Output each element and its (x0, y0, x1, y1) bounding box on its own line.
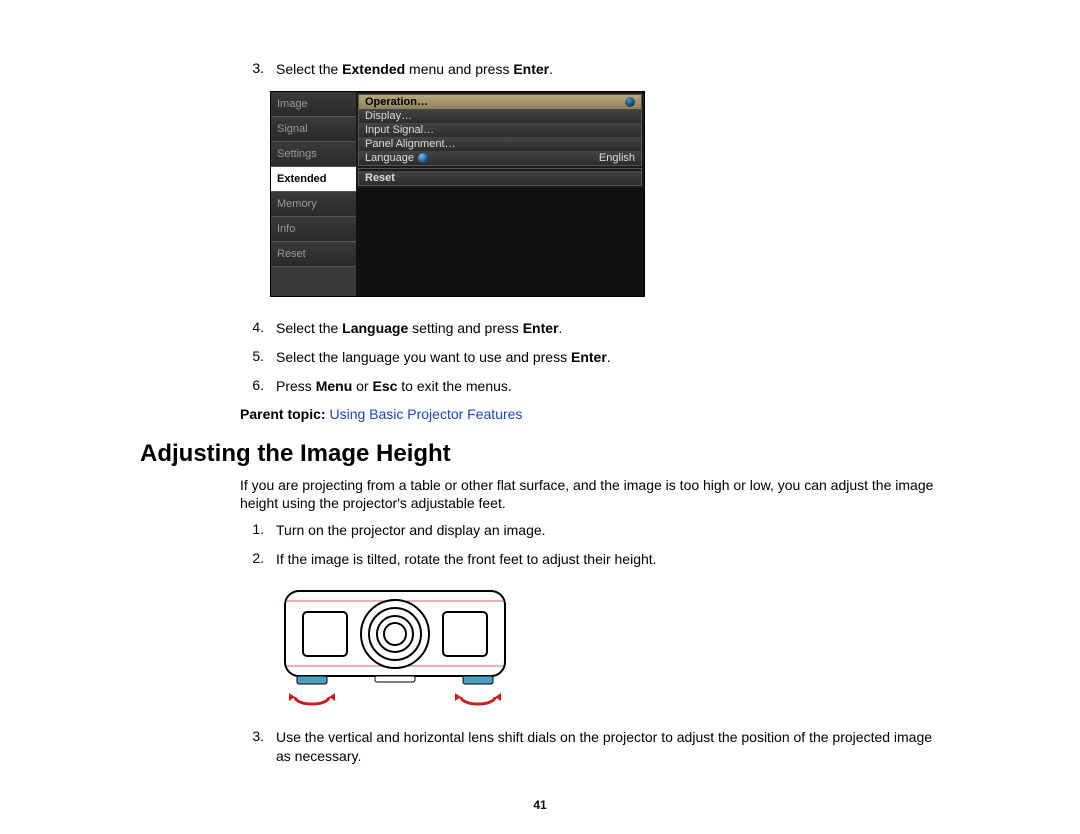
osd-left-pane: Image Signal Settings Extended Memory In… (271, 92, 356, 296)
step-b1: 1. Turn on the projector and display an … (240, 521, 940, 540)
step-text: Select the Extended menu and press Enter… (276, 60, 940, 79)
step-b3: 3. Use the vertical and horizontal lens … (240, 728, 940, 766)
step-4: 4. Select the Language setting and press… (240, 319, 940, 338)
section-heading: Adjusting the Image Height (140, 440, 940, 468)
osd-left-extended: Extended (271, 167, 356, 192)
osd-left-reset: Reset (271, 242, 356, 267)
osd-left-image: Image (271, 92, 356, 117)
osd-input-signal: Input Signal… (359, 123, 641, 137)
osd-right-group: Operation… Display… Input Signal… Panel … (358, 94, 642, 166)
osd-panel-alignment: Panel Alignment… (359, 137, 641, 151)
osd-left-settings: Settings (271, 142, 356, 167)
osd-left-info: Info (271, 217, 356, 242)
page-number: 41 (0, 798, 1080, 812)
osd-language: Language English (359, 151, 641, 165)
osd-reset-group: Reset (358, 168, 642, 186)
osd-display: Display… (359, 109, 641, 123)
osd-menu-screenshot: Image Signal Settings Extended Memory In… (270, 91, 645, 297)
osd-reset: Reset (359, 171, 641, 185)
step-5: 5. Select the language you want to use a… (240, 348, 940, 367)
osd-operation: Operation… (359, 95, 641, 109)
parent-topic: Parent topic: Using Basic Projector Feat… (240, 406, 940, 422)
steps-mid: 4. Select the Language setting and press… (240, 319, 940, 396)
step-3: 3. Select the Extended menu and press En… (240, 60, 940, 79)
steps-top: 3. Select the Extended menu and press En… (240, 60, 940, 79)
projector-icon (275, 579, 515, 709)
osd-left-memory: Memory (271, 192, 356, 217)
steps-bottom-2: 3. Use the vertical and horizontal lens … (240, 728, 940, 766)
parent-topic-link[interactable]: Using Basic Projector Features (329, 406, 522, 422)
step-b2: 2. If the image is tilted, rotate the fr… (240, 550, 940, 569)
step-num: 3. (240, 60, 264, 79)
projector-illustration (275, 579, 940, 712)
step-6: 6. Press Menu or Esc to exit the menus. (240, 377, 940, 396)
osd-left-signal: Signal (271, 117, 356, 142)
selection-dot-icon (625, 97, 635, 107)
osd-spacer (356, 188, 644, 296)
globe-icon (418, 153, 428, 163)
section-intro: If you are projecting from a table or ot… (240, 476, 940, 514)
osd-right-pane: Operation… Display… Input Signal… Panel … (356, 92, 644, 296)
steps-bottom: 1. Turn on the projector and display an … (240, 521, 940, 569)
